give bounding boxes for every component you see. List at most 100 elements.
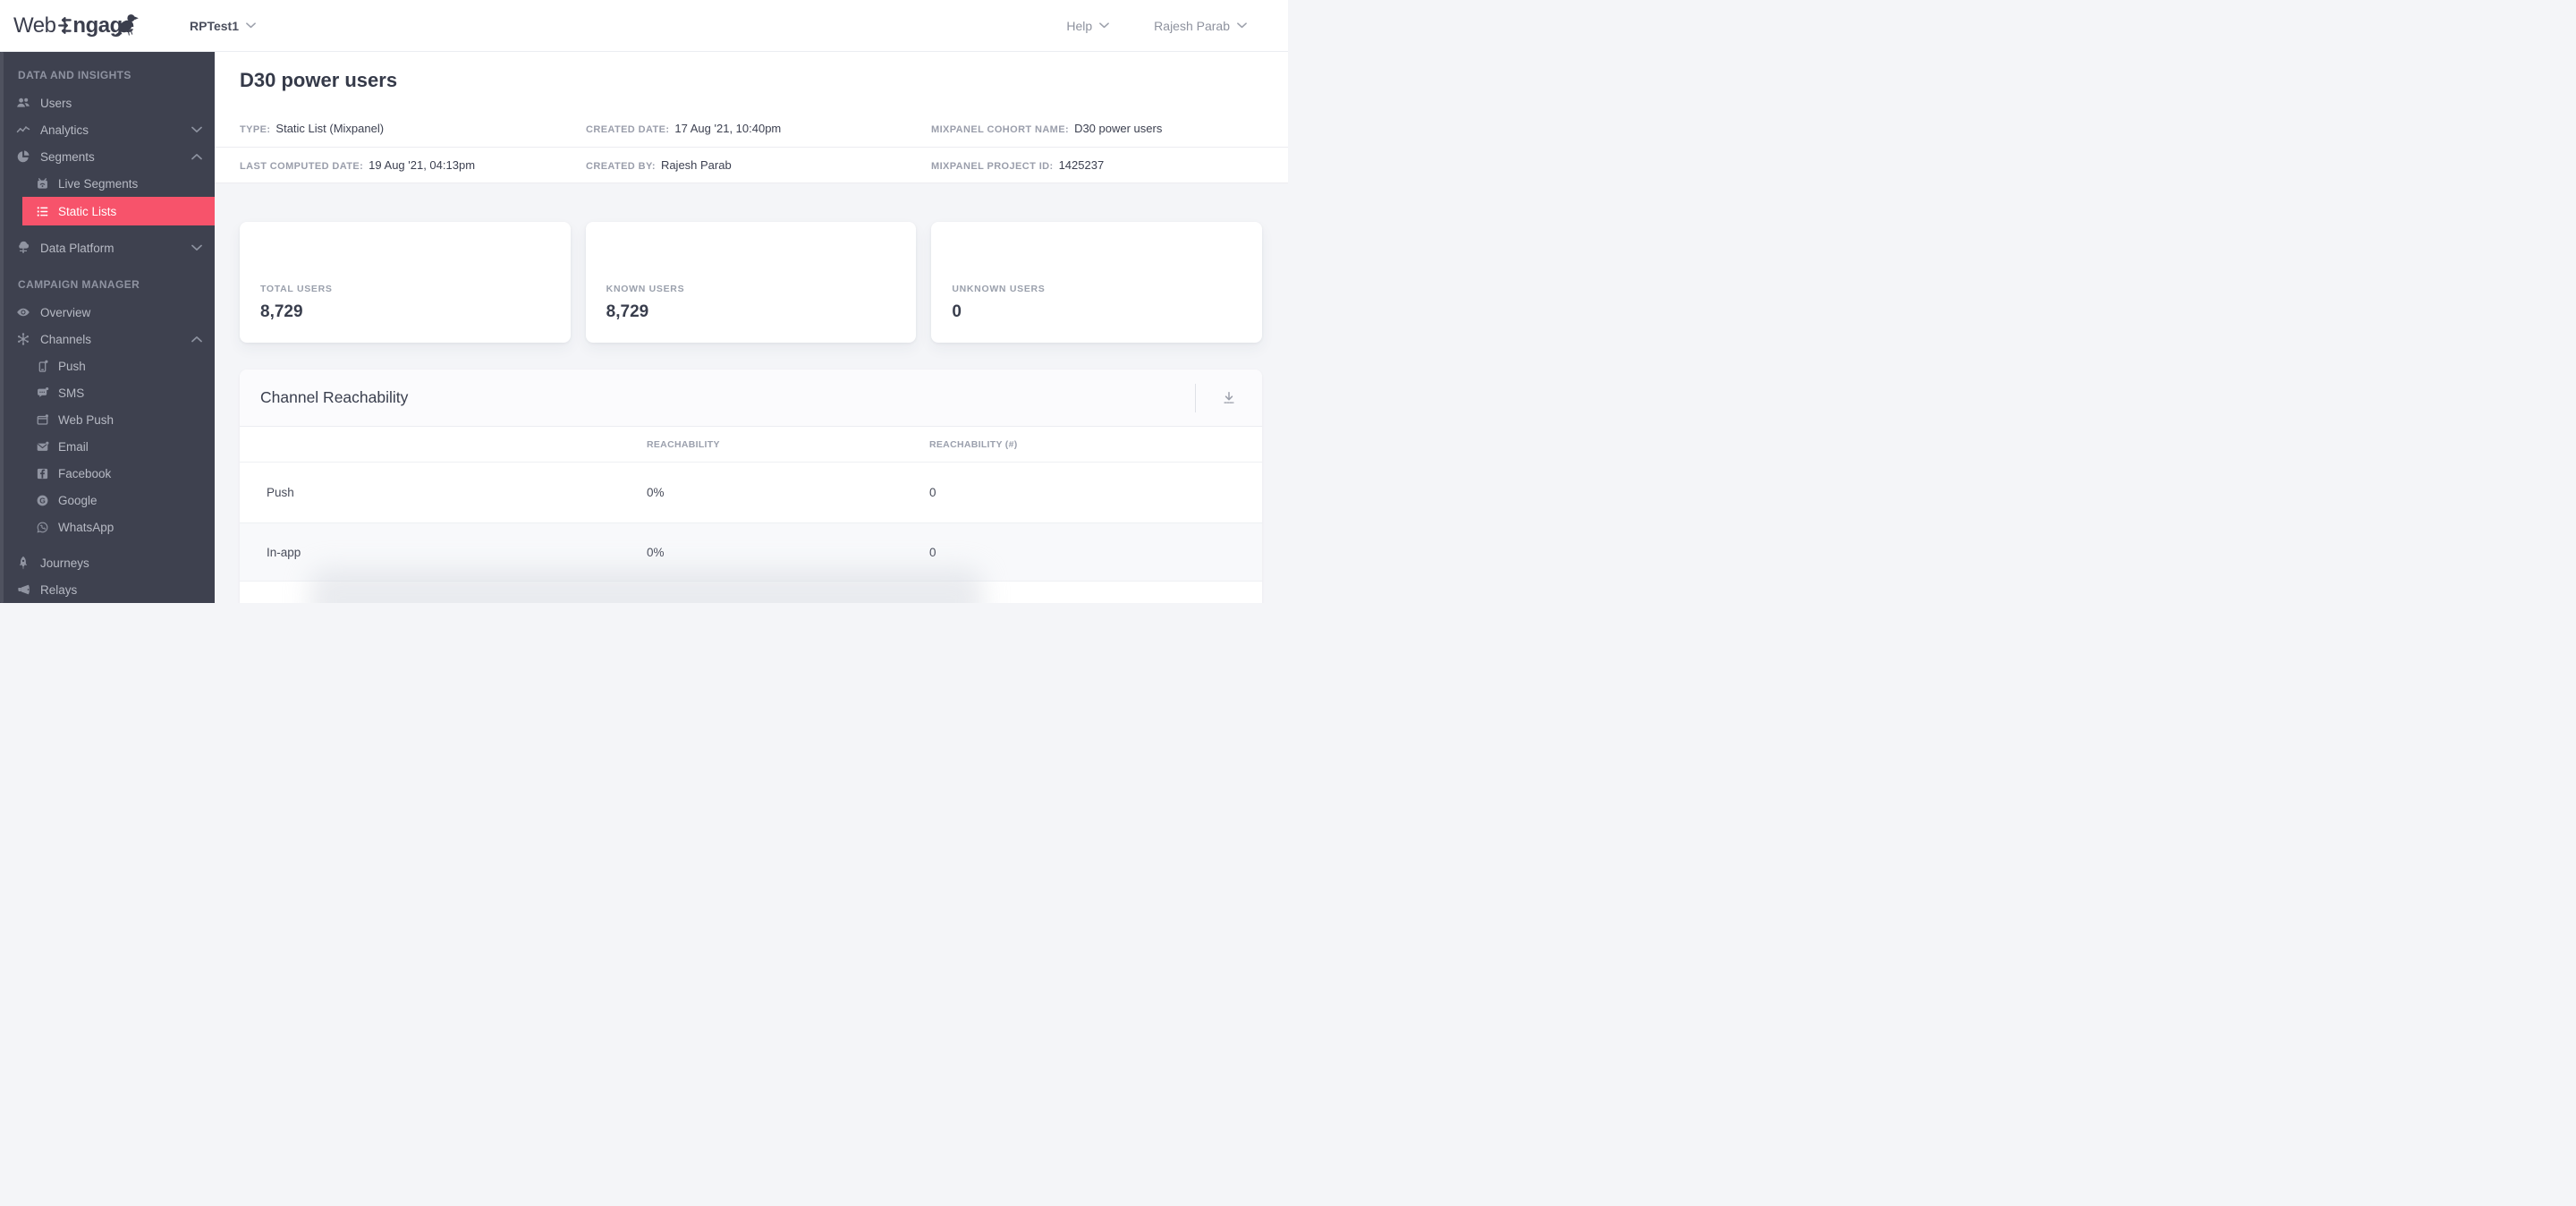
sidebar-item-data-platform[interactable]: Data Platform [0,234,215,261]
panel-title: Channel Reachability [260,388,409,406]
sidebar-item-label: Users [40,96,72,110]
sidebar-item-google[interactable]: G Google [0,487,215,514]
sidebar-item-live-segments[interactable]: Live Segments [0,170,215,197]
section-data-and-insights: DATA AND INSIGHTS [18,69,131,81]
sidebar-item-analytics[interactable]: Analytics [0,116,215,143]
help-label: Help [1066,18,1093,33]
webengage-app: Web ngage RPTest1 Help Rajesh Parab DATA… [0,0,1288,603]
stat-value: 8,729 [260,302,303,321]
sidebar-item-label: Email [58,439,89,454]
chevron-up-icon [191,153,202,160]
sidebar-item-label: Relays [40,582,78,597]
reachability-count-cell: 0 [929,486,936,499]
sidebar-item-push[interactable]: Push [0,352,215,379]
reachability-cell: 0% [647,545,665,559]
section-campaign-manager: CAMPAIGN MANAGER [18,278,140,291]
segments-icon [16,149,30,164]
chevron-down-icon [191,244,202,251]
sidebar-item-label: SMS [58,386,85,400]
project-name: RPTest1 [190,18,239,33]
stat-value: 8,729 [606,302,649,321]
sidebar-item-label: WhatsApp [58,520,114,534]
chevron-up-icon [191,335,202,343]
meta-row-1: TYPE: Static List (Mixpanel) CREATED DATE… [215,111,1288,147]
panel-header: Channel Reachability [240,369,1262,427]
meta-project-id: MIXPANEL PROJECT ID: 1425237 [931,157,1288,174]
meta-type-label: TYPE: [240,124,271,135]
meta-last-computed-label: LAST COMPUTED DATE: [240,160,364,172]
user-menu[interactable]: Rajesh Parab [1154,19,1247,33]
meta-last-computed: LAST COMPUTED DATE: 19 Aug '21, 04:13pm [240,157,586,174]
sidebar-scrollbar[interactable] [0,52,4,603]
sidebar: DATA AND INSIGHTS Users Analytics Segmen… [0,52,215,603]
known-users-card: KNOWN USERS 8,729 [585,222,917,343]
stat-value: 0 [952,302,962,321]
sidebar-item-web-push[interactable]: Web Push [0,406,215,433]
webengage-logo[interactable]: Web ngage [13,13,190,38]
meta-cohort-name-value: D30 power users [1074,122,1163,135]
meta-last-computed-value: 19 Aug '21, 04:13pm [369,157,476,172]
web-push-channel-icon [36,413,49,427]
tools-divider [1195,383,1196,412]
google-icon: G [36,494,49,507]
sidebar-item-label: Static Lists [58,204,117,218]
sidebar-item-segments[interactable]: Segments [0,143,215,170]
reachability-count-cell: 0 [929,545,936,559]
panel-tools [1195,383,1241,412]
sidebar-item-label: Facebook [58,466,112,480]
chevron-down-icon [191,126,202,133]
sidebar-item-sms[interactable]: SMS [0,379,215,406]
channels-hub-icon [16,332,30,346]
sidebar-item-facebook[interactable]: Facebook [0,460,215,487]
project-selector[interactable]: RPTest1 [190,19,256,33]
sidebar-item-label: Overview [40,305,91,319]
meta-type: TYPE: Static List (Mixpanel) [240,121,586,137]
sidebar-item-label: Channels [40,332,92,346]
stat-label: KNOWN USERS [606,284,685,294]
bird-icon [114,12,140,37]
sidebar-item-whatsapp[interactable]: WhatsApp [0,514,215,540]
sidebar-item-label: Data Platform [40,241,114,255]
reachability-count-column-header: REACHABILITY (#) [929,438,1018,450]
sidebar-item-users[interactable]: Users [0,89,215,116]
meta-created-by-value: Rajesh Parab [660,157,732,172]
sidebar-item-label: Google [58,493,97,507]
email-channel-icon [36,440,49,454]
sidebar-item-overview[interactable]: Overview [0,299,215,326]
table-header-row: REACHABILITY REACHABILITY (#) [240,427,1262,463]
rocket-icon [16,556,30,570]
meta-created-date-label: CREATED DATE: [586,124,670,135]
reachability-column-header: REACHABILITY [647,438,720,450]
main-content: D30 power users TYPE: Static List (Mixpan… [215,52,1288,603]
chevron-down-icon [246,22,256,29]
eye-icon [16,305,30,319]
meta-cohort-name-label: MIXPANEL COHORT NAME: [931,124,1070,135]
push-channel-icon [36,360,49,373]
sidebar-item-static-lists[interactable]: Static Lists [22,197,215,225]
channel-reachability-panel: Channel Reachability REACHABILITY REACHA… [240,369,1262,603]
chevron-down-icon [1099,22,1110,29]
table-row-inapp: In-app 0% 0 [240,522,1262,582]
sidebar-item-relays[interactable]: Relays [0,576,215,603]
help-menu[interactable]: Help [1066,18,1110,33]
stat-label: UNKNOWN USERS [952,284,1046,294]
meta-project-id-label: MIXPANEL PROJECT ID: [931,160,1054,172]
sidebar-item-label: Journeys [40,556,89,570]
download-button[interactable] [1217,386,1241,410]
top-bar: Web ngage RPTest1 Help Rajesh Parab [0,0,1288,52]
download-icon [1221,390,1237,406]
sidebar-item-label: Web Push [58,412,114,427]
channel-cell: Push [267,486,294,499]
table-row-push: Push 0% 0 [240,463,1262,522]
sidebar-item-journeys[interactable]: Journeys [0,549,215,576]
megaphone-icon [16,582,30,597]
sidebar-item-label: Live Segments [58,176,139,191]
whatsapp-icon [36,521,49,534]
data-platform-icon [16,241,30,255]
meta-created-date: CREATED DATE: 17 Aug '21, 10:40pm [586,121,931,137]
meta-created-date-value: 17 Aug '21, 10:40pm [674,122,782,135]
sidebar-item-channels[interactable]: Channels [0,326,215,352]
sidebar-item-email[interactable]: Email [0,433,215,460]
sidebar-item-label: Segments [40,149,95,164]
logo-arrows-e-icon [57,16,72,35]
